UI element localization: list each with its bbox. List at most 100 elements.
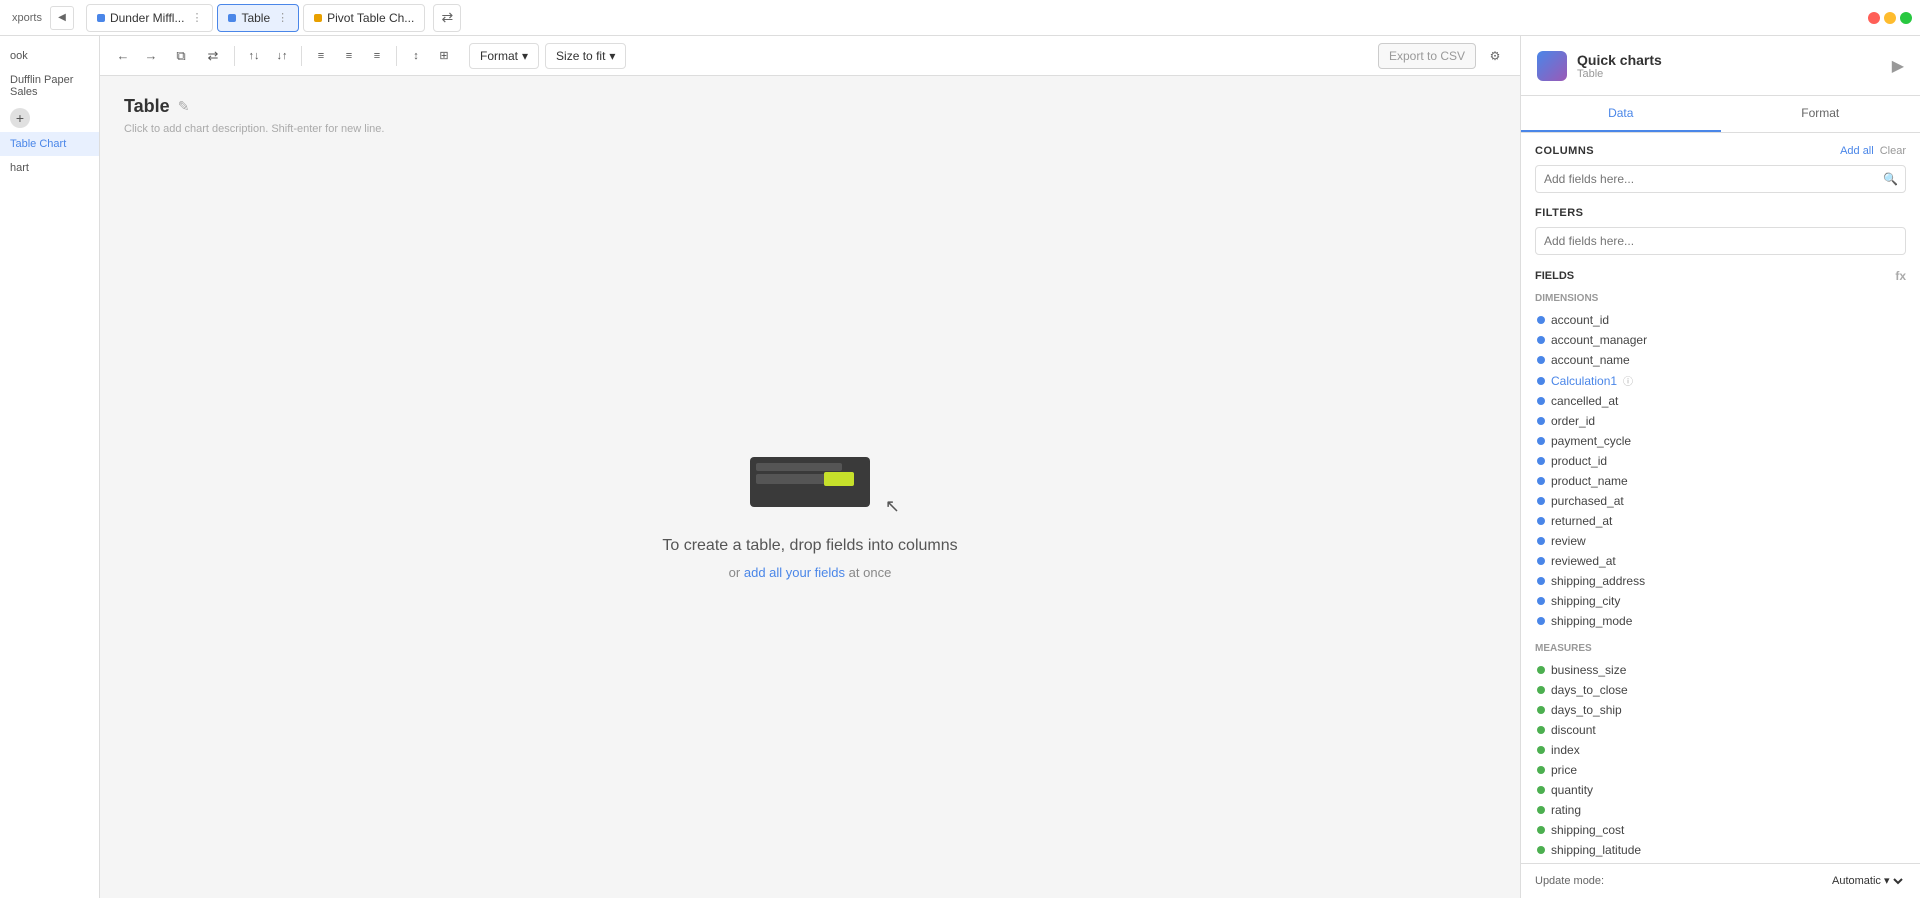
export-csv-btn[interactable]: Export to CSV [1378,43,1476,69]
field-reviewed_at[interactable]: reviewed_at [1535,551,1906,571]
field-name-rating: rating [1551,803,1581,817]
drop-visual: ↖ [750,457,870,507]
sidebar-item-chart[interactable]: hart [0,156,99,180]
measures-section: Measures business_size days_to_close day… [1535,643,1906,863]
panel-footer: Update mode: Automatic ▾ [1521,863,1920,898]
tab-data[interactable]: Data [1521,96,1721,132]
align-center-btn[interactable]: ≡ [338,45,360,67]
field-dot-rating [1537,806,1545,814]
field-product_name[interactable]: product_name [1535,471,1906,491]
columns-search-input[interactable] [1535,165,1906,193]
tab-table[interactable]: Table ⋮ [217,4,299,32]
field-shipping_latitude[interactable]: shipping_latitude [1535,840,1906,860]
field-name-payment_cycle: payment_cycle [1551,434,1631,448]
chart-description[interactable]: Click to add chart description. Shift-en… [124,123,1496,135]
field-rating[interactable]: rating [1535,800,1906,820]
field-info-calculation1[interactable]: ⓘ [1623,373,1633,388]
collapse-icon: ◀ [58,12,66,23]
right-panel-collapse-btn[interactable]: ▶ [1892,56,1904,76]
field-name-account_manager: account_manager [1551,333,1647,347]
sidebar-binder-label: ook [10,50,28,62]
field-name-account_name: account_name [1551,353,1630,367]
sidebar-item-workbook[interactable]: Dufflin Paper Sales [0,68,99,104]
field-days_to_ship[interactable]: days_to_ship [1535,700,1906,720]
align-left-btn[interactable]: ≡ [310,45,332,67]
export-label: Export to CSV [1389,49,1465,63]
format-btn[interactable]: Format ▾ [469,43,539,69]
field-dot-order_id [1537,417,1545,425]
field-name-days_to_ship: days_to_ship [1551,703,1622,717]
sidebar-item-table-chart[interactable]: Table Chart [0,132,99,156]
cursor-icon: ↖ [885,496,900,517]
tab-table-label: Table [241,11,270,25]
window-close[interactable] [1868,12,1880,24]
sort-desc-btn[interactable]: ↓↑ [271,45,293,67]
field-dot-account_manager [1537,336,1545,344]
field-cancelled_at[interactable]: cancelled_at [1535,391,1906,411]
field-order_id[interactable]: order_id [1535,411,1906,431]
add-tab-btn[interactable]: ⇄ [433,4,461,32]
field-account_name[interactable]: account_name [1535,350,1906,370]
duplicate-btn[interactable]: ⧉ [168,43,194,69]
field-discount[interactable]: discount [1535,720,1906,740]
field-shipping_mode[interactable]: shipping_mode [1535,611,1906,631]
field-dot-shipping_city [1537,597,1545,605]
drop-suffix-text: at once [849,565,892,580]
field-payment_cycle[interactable]: payment_cycle [1535,431,1906,451]
calc-icon[interactable]: fx [1895,269,1906,283]
field-shipping_address[interactable]: shipping_address [1535,571,1906,591]
filter-btn[interactable]: ⊞ [433,45,455,67]
field-returned_at[interactable]: returned_at [1535,511,1906,531]
tab-dunder-label: Dunder Miffl... [110,11,184,25]
field-shipping_cost[interactable]: shipping_cost [1535,820,1906,840]
sidebar-add-sheet-btn[interactable]: + [10,108,30,128]
sep1 [234,46,235,66]
sort-asc-btn[interactable]: ↑↓ [243,45,265,67]
measures-label: Measures [1535,643,1906,654]
filters-search-wrapper [1535,227,1906,255]
mock-row-2 [756,474,832,484]
field-account_manager[interactable]: account_manager [1535,330,1906,350]
sidebar-item-binder[interactable]: ook [0,44,99,68]
sep2 [301,46,302,66]
back-btn[interactable]: ← [112,45,134,67]
swap-icon: ⇄ [208,48,219,64]
forward-icon: → [145,48,158,63]
field-purchased_at[interactable]: purchased_at [1535,491,1906,511]
tab-format[interactable]: Format [1721,96,1920,132]
field-days_to_close[interactable]: days_to_close [1535,680,1906,700]
tab-pivot[interactable]: Pivot Table Ch... [303,4,425,32]
field-index[interactable]: index [1535,740,1906,760]
window-minimize[interactable] [1884,12,1896,24]
panel-body: Columns Add all Clear 🔍 FILTERS [1521,133,1920,863]
columns-add-all-btn[interactable]: Add all [1840,145,1874,157]
add-all-fields-link[interactable]: add all your fields [744,565,845,580]
edit-title-icon[interactable]: ✎ [178,98,190,115]
align-right-btn[interactable]: ≡ [366,45,388,67]
field-name-business_size: business_size [1551,663,1626,677]
field-price[interactable]: price [1535,760,1906,780]
field-name-shipping_mode: shipping_mode [1551,614,1632,628]
exports-label: xports [8,12,46,24]
field-name-shipping_address: shipping_address [1551,574,1645,588]
field-business_size[interactable]: business_size [1535,660,1906,680]
field-quantity[interactable]: quantity [1535,780,1906,800]
forward-btn[interactable]: → [140,45,162,67]
field-account_id[interactable]: account_id [1535,310,1906,330]
collapse-sidebar-btn[interactable]: ◀ [50,6,74,30]
field-review[interactable]: review [1535,531,1906,551]
field-product_id[interactable]: product_id [1535,451,1906,471]
columns-clear-btn[interactable]: Clear [1880,145,1906,157]
more-options-btn[interactable]: ↕ [405,45,427,67]
gear-btn[interactable]: ⚙ [1482,43,1508,69]
field-calculation1[interactable]: Calculation1 ⓘ [1535,370,1906,391]
field-shipping_city[interactable]: shipping_city [1535,591,1906,611]
filters-search-input[interactable] [1535,227,1906,255]
size-to-fit-btn[interactable]: Size to fit ▾ [545,43,626,69]
update-mode-select[interactable]: Automatic ▾ [1828,874,1906,888]
tab-table-more[interactable]: ⋮ [277,11,288,24]
tab-dunder[interactable]: Dunder Miffl... ⋮ [86,4,213,32]
tab-dunder-more[interactable]: ⋮ [191,11,202,24]
swap-btn[interactable]: ⇄ [200,43,226,69]
window-maximize[interactable] [1900,12,1912,24]
